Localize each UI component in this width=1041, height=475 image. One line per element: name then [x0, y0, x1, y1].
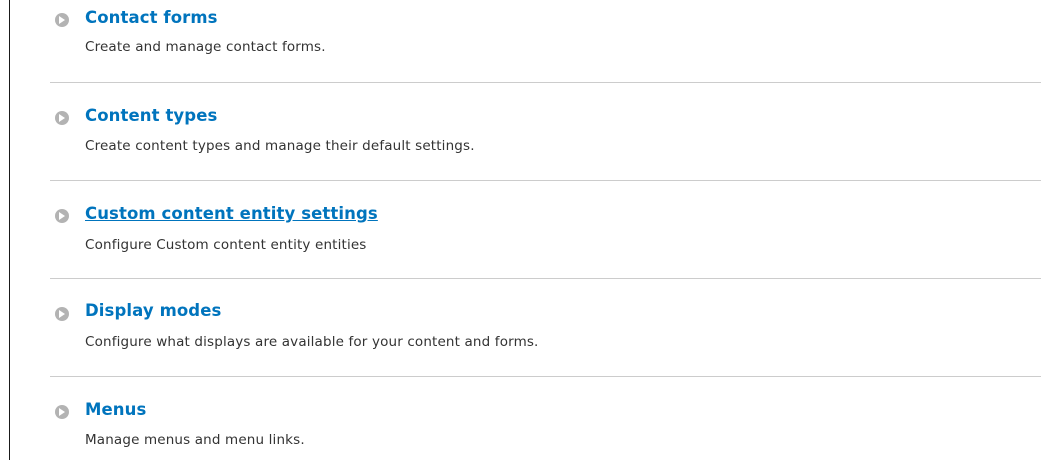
custom-content-entity-settings-link[interactable]: Custom content entity settings [85, 204, 378, 223]
menus-link[interactable]: Menus [85, 400, 146, 419]
list-item: Menus Manage menus and menu links. [50, 377, 1041, 475]
item-description: Create content types and manage their de… [85, 138, 475, 154]
list-item: Custom content entity settings Configure… [50, 181, 1041, 279]
chevron-right-circle-icon [55, 209, 69, 223]
list-item: Contact forms Create and manage contact … [50, 0, 1041, 83]
list-item: Content types Create content types and m… [50, 83, 1041, 181]
list-item: Display modes Configure what displays ar… [50, 279, 1041, 377]
content-frame: Contact forms Create and manage contact … [9, 0, 1041, 460]
admin-list: Contact forms Create and manage contact … [50, 0, 1041, 475]
item-description: Create and manage contact forms. [85, 39, 326, 55]
content-types-link[interactable]: Content types [85, 106, 217, 125]
chevron-right-circle-icon [55, 405, 69, 419]
item-description: Configure what displays are available fo… [85, 334, 539, 350]
chevron-right-circle-icon [55, 13, 69, 27]
chevron-right-circle-icon [55, 307, 69, 321]
chevron-right-circle-icon [55, 111, 69, 125]
display-modes-link[interactable]: Display modes [85, 301, 221, 320]
item-description: Manage menus and menu links. [85, 432, 305, 448]
contact-forms-link[interactable]: Contact forms [85, 8, 218, 27]
item-description: Configure Custom content entity entities [85, 237, 367, 253]
